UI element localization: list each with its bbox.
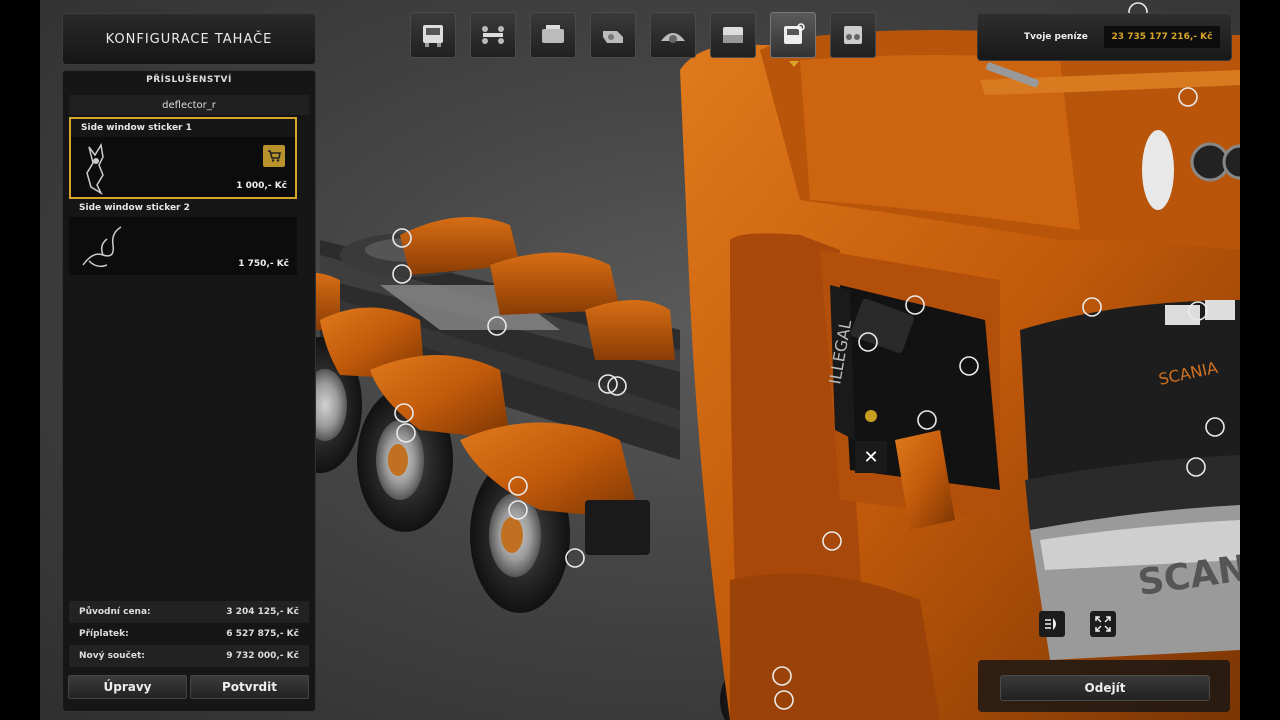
new-total-label: Nový součet: bbox=[79, 651, 145, 661]
lights-icon[interactable] bbox=[830, 12, 876, 58]
item-label: Side window sticker 2 bbox=[79, 203, 190, 213]
fullscreen-icon[interactable] bbox=[1090, 611, 1116, 637]
item-price: 1 750,- Kč bbox=[238, 259, 289, 269]
leave-button[interactable]: Odejít bbox=[1000, 675, 1210, 701]
fender bbox=[585, 300, 675, 360]
original-price-row: Původní cena: 3 204 125,- Kč bbox=[69, 601, 309, 623]
original-price-label: Původní cena: bbox=[79, 607, 151, 617]
transmission-icon[interactable] bbox=[590, 12, 636, 58]
part-name: deflector_r bbox=[69, 95, 309, 115]
accessory-item-sticker-1[interactable]: Side window sticker 1 1 000,- Kč bbox=[69, 117, 297, 199]
price-summary: Původní cena: 3 204 125,- Kč Příplatek: … bbox=[69, 601, 309, 667]
truck-cab: SCANIA SCANIA ILLEGAL bbox=[680, 30, 1240, 720]
new-total-value: 9 732 000,- Kč bbox=[226, 651, 299, 661]
interior-icon[interactable] bbox=[650, 12, 696, 58]
surcharge-value: 6 527 875,- Kč bbox=[226, 629, 299, 639]
edit-button[interactable]: Úpravy bbox=[68, 675, 187, 699]
accessories-icon[interactable] bbox=[770, 12, 816, 67]
confirm-button[interactable]: Potvrdit bbox=[190, 675, 309, 699]
surcharge-row: Příplatek: 6 527 875,- Kč bbox=[69, 623, 309, 645]
item-price: 1 000,- Kč bbox=[236, 181, 287, 191]
money-label: Tvoje peníze bbox=[1024, 32, 1088, 42]
panel-header: PŘÍSLUŠENSTVÍ bbox=[146, 75, 232, 85]
original-price-value: 3 204 125,- Kč bbox=[226, 607, 299, 617]
engine-icon[interactable] bbox=[530, 12, 576, 58]
paint-icon[interactable] bbox=[710, 12, 756, 58]
sticker-1-icon bbox=[86, 142, 104, 195]
accessory-item-sticker-2[interactable]: Side window sticker 2 1 750,- Kč bbox=[69, 199, 297, 275]
money-box: Tvoje peníze 23 735 177 216,- Kč bbox=[977, 13, 1232, 61]
active-indicator bbox=[789, 61, 799, 67]
accessories-panel: PŘÍSLUŠENSTVÍ deflector_r Side window st… bbox=[62, 70, 316, 712]
item-label: Side window sticker 1 bbox=[81, 123, 192, 133]
surcharge-label: Příplatek: bbox=[79, 629, 129, 639]
new-total-row: Nový součet: 9 732 000,- Kč bbox=[69, 645, 309, 667]
cab-icon[interactable] bbox=[410, 12, 456, 58]
money-value: 23 735 177 216,- Kč bbox=[1104, 26, 1220, 48]
close-icon[interactable]: ✕ bbox=[855, 441, 887, 473]
light-toggle-icon[interactable] bbox=[1039, 611, 1065, 637]
chassis-icon[interactable] bbox=[470, 12, 516, 58]
page-title: KONFIGURACE TAHAČE bbox=[62, 13, 316, 65]
cart-icon[interactable] bbox=[263, 145, 285, 167]
category-toolbar bbox=[410, 12, 876, 67]
sticker-2-icon bbox=[82, 226, 122, 268]
